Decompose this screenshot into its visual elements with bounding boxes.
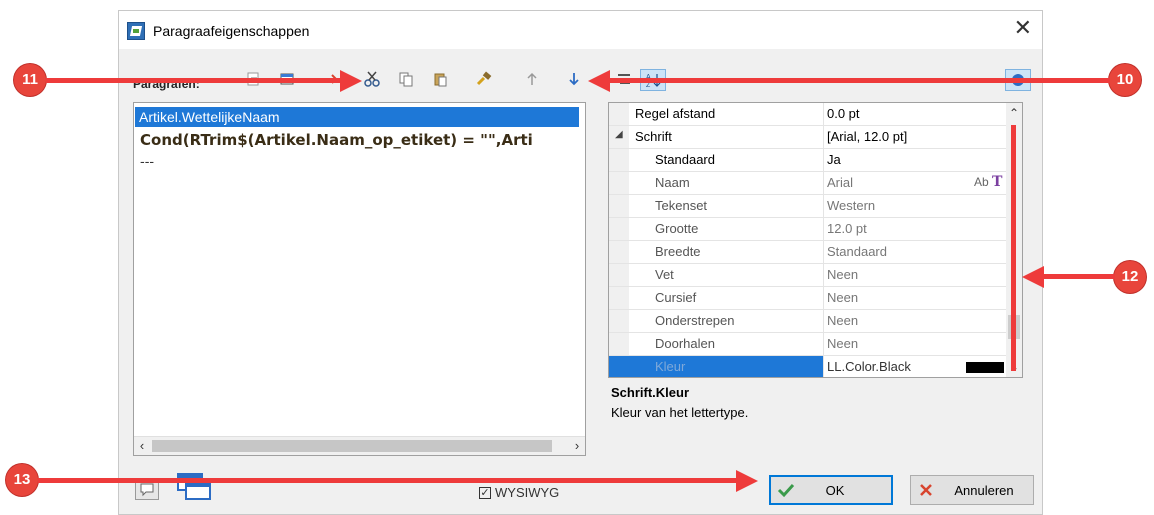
cancel-button[interactable]: Annuleren xyxy=(910,475,1034,505)
property-row-selected[interactable]: Kleur LL.Color.Black xyxy=(609,356,1007,377)
property-name: Tekenset xyxy=(629,195,824,217)
property-description: Schrift.Kleur Kleur van het lettertype. xyxy=(608,380,1023,456)
annotation-badge-13: 13 xyxy=(6,464,38,496)
annotation-arrow-12 xyxy=(1042,274,1115,279)
annotation-arrowhead-12 xyxy=(1022,266,1044,288)
annotation-arrow-11 xyxy=(46,78,342,83)
property-value[interactable]: 12.0 pt xyxy=(825,218,867,240)
annotation-arrowhead-13 xyxy=(736,470,758,492)
editor-line-selected[interactable]: Artikel.WettelijkeNaam xyxy=(135,107,579,127)
scroll-right-icon[interactable]: › xyxy=(569,437,585,455)
property-row[interactable]: Naam Arial Ab T xyxy=(609,172,1007,195)
annotation-arrowhead-11 xyxy=(340,70,362,92)
property-value[interactable]: Standaard xyxy=(825,241,887,263)
font-picker-icon[interactable]: Ab T xyxy=(974,174,1002,190)
property-row[interactable]: Tekenset Western xyxy=(609,195,1007,218)
annotation-badge-10: 10 xyxy=(1109,64,1141,96)
property-name: Standaard xyxy=(629,149,824,171)
ok-button[interactable]: OK xyxy=(769,475,893,505)
wysiwyg-checkbox[interactable]: ✓ WYSIWYG xyxy=(479,485,559,500)
property-name: Vet xyxy=(629,264,824,286)
property-row[interactable]: Grootte 12.0 pt xyxy=(609,218,1007,241)
property-name: Kleur xyxy=(629,356,824,377)
paragraph-properties-dialog: Paragraafeigenschappen ✕ Paragrafen: AZ … xyxy=(118,10,1043,515)
ok-label: OK xyxy=(825,482,845,498)
annotation-arrow-13 xyxy=(38,478,738,483)
font-preview: Ab xyxy=(974,175,989,189)
property-row[interactable]: Standaard Ja xyxy=(609,149,1007,172)
property-name: Schrift xyxy=(629,126,824,148)
checkbox-icon[interactable]: ✓ xyxy=(479,486,491,499)
property-value[interactable]: Western xyxy=(825,195,875,217)
annotation-bracket-12 xyxy=(1011,125,1016,371)
description-text: Kleur van het lettertype. xyxy=(611,405,749,420)
annotation-badge-12: 12 xyxy=(1114,261,1146,293)
property-name: Breedte xyxy=(629,241,824,263)
title-bar: Paragraafeigenschappen ✕ xyxy=(119,11,1042,49)
property-name: Cursief xyxy=(629,287,824,309)
scroll-thumb[interactable] xyxy=(152,440,552,452)
property-name: Naam xyxy=(629,172,824,194)
property-value[interactable]: Ja xyxy=(825,149,841,171)
cut-icon[interactable] xyxy=(360,69,384,89)
property-name: Doorhalen xyxy=(629,333,824,355)
cancel-label: Annuleren xyxy=(954,482,1014,498)
property-value[interactable]: Neen xyxy=(825,264,858,286)
wysiwyg-label: WYSIWYG xyxy=(495,485,560,500)
property-value[interactable]: LL.Color.Black xyxy=(825,356,911,377)
app-icon xyxy=(127,22,145,40)
format-brush-icon[interactable] xyxy=(472,69,496,89)
window-title: Paragraafeigenschappen xyxy=(153,23,310,39)
annotation-arrow-10 xyxy=(608,78,1110,83)
property-value[interactable]: [Arial, 12.0 pt] xyxy=(825,126,907,148)
property-value[interactable]: 0.0 pt xyxy=(825,103,860,125)
property-row[interactable]: ◢ Schrift [Arial, 12.0 pt] xyxy=(609,126,1007,149)
property-value[interactable]: Neen xyxy=(825,310,858,332)
close-button[interactable]: ✕ xyxy=(1014,17,1032,39)
copy-icon[interactable] xyxy=(394,69,418,89)
scroll-left-icon[interactable]: ‹ xyxy=(134,437,150,455)
property-name: Onderstrepen xyxy=(629,310,824,332)
property-row[interactable]: Onderstrepen Neen xyxy=(609,310,1007,333)
editor-line-formula[interactable]: Cond(RTrim$(Artikel.Naam_op_etiket) = ""… xyxy=(140,131,533,149)
scroll-up-icon[interactable]: ⌃ xyxy=(1006,106,1022,120)
annotation-arrowhead-10 xyxy=(588,70,610,92)
cross-icon xyxy=(911,482,941,498)
property-value[interactable]: Neen xyxy=(825,287,858,309)
checkmark-icon xyxy=(771,482,801,498)
property-row[interactable]: Breedte Standaard xyxy=(609,241,1007,264)
property-name: Grootte xyxy=(629,218,824,240)
move-down-icon[interactable] xyxy=(562,69,586,89)
property-value[interactable]: Arial xyxy=(825,172,853,194)
property-row[interactable]: Vet Neen xyxy=(609,264,1007,287)
paragraph-editor[interactable]: Artikel.WettelijkeNaam Cond(RTrim$(Artik… xyxy=(133,102,586,456)
property-row[interactable]: Cursief Neen xyxy=(609,287,1007,310)
description-title: Schrift.Kleur xyxy=(611,385,690,400)
property-row[interactable]: Doorhalen Neen xyxy=(609,333,1007,356)
property-grid[interactable]: Regel afstand 0.0 pt ◢ Schrift [Arial, 1… xyxy=(608,102,1023,378)
collapse-icon[interactable]: ◢ xyxy=(615,129,623,140)
color-swatch xyxy=(966,362,1004,373)
paste-icon[interactable] xyxy=(428,69,452,89)
property-value[interactable]: Neen xyxy=(825,333,858,355)
annotation-badge-11: 11 xyxy=(14,64,46,96)
property-row[interactable]: Regel afstand 0.0 pt xyxy=(609,103,1007,126)
property-name: Regel afstand xyxy=(629,103,824,125)
editor-line-separator[interactable]: --- xyxy=(140,155,154,170)
horizontal-scrollbar[interactable]: ‹ › xyxy=(134,436,585,455)
move-up-icon[interactable] xyxy=(520,69,544,89)
